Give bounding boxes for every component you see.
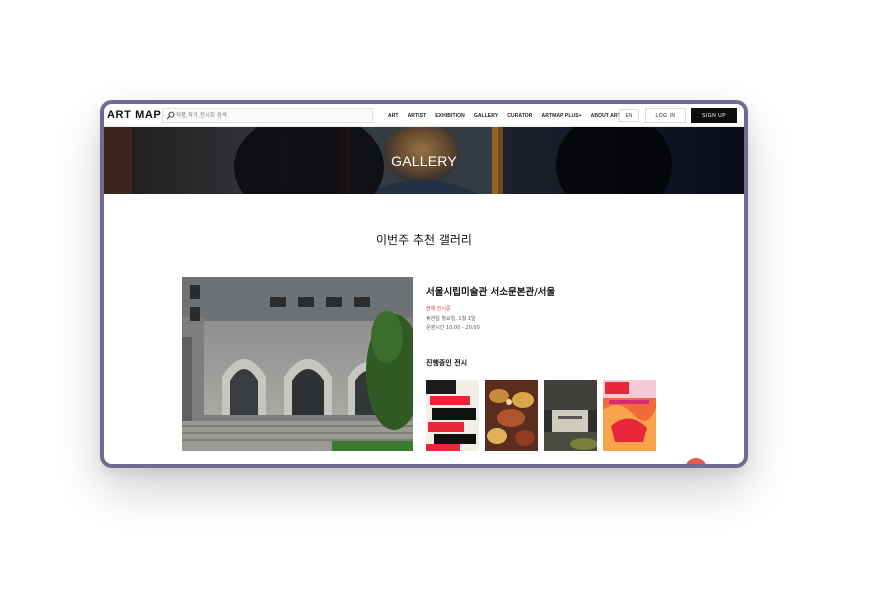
menu-item-curator[interactable]: CURATOR [507, 113, 532, 119]
section-title: 이번주 추천 갤러리 [376, 233, 472, 247]
search-input[interactable] [176, 109, 370, 122]
gallery-status: 현재 전시중 [426, 306, 451, 312]
menu-item-exhibition[interactable]: EXHIBITION [435, 113, 465, 119]
gallery-closed-days: 휴관일 월요일, 1월 1일 [426, 316, 476, 322]
signup-button[interactable]: SIGN UP [691, 108, 737, 123]
gallery-photo[interactable] [182, 277, 413, 451]
floating-action-button[interactable] [685, 458, 707, 464]
search-icon [166, 111, 175, 120]
exhibition-thumbnail-2[interactable] [485, 380, 538, 451]
exhibition-thumbnail-3[interactable] [544, 380, 597, 451]
hero-banner: GALLERY [104, 127, 744, 194]
menu-item-gallery[interactable]: GALLERY [474, 113, 498, 119]
top-navigation: ART MAP ART ARTIST EXHIBITION GALLERY CU… [104, 104, 744, 127]
exhibition-thumbnail-1[interactable] [426, 380, 479, 451]
device-frame: ART MAP ART ARTIST EXHIBITION GALLERY CU… [100, 100, 748, 468]
menu-item-artist[interactable]: ARTIST [408, 113, 427, 119]
artmap-logo[interactable]: ART MAP [107, 109, 161, 121]
main-menu: ART ARTIST EXHIBITION GALLERY CURATOR AR… [388, 104, 632, 127]
language-button[interactable]: EN [619, 109, 639, 122]
ongoing-exhibitions-title: 진행중인 전시 [426, 359, 468, 367]
hero-title: GALLERY [391, 153, 457, 169]
gallery-name[interactable]: 서울시립미술관 서소문본관/서울 [426, 284, 555, 298]
menu-item-art[interactable]: ART [388, 113, 399, 119]
gallery-opening-hours: 운영시간 10:00 - 20:00 [426, 325, 480, 331]
search-bar[interactable] [162, 108, 373, 123]
browser-screen: ART MAP ART ARTIST EXHIBITION GALLERY CU… [104, 104, 744, 464]
exhibition-thumbnail-4[interactable] [603, 380, 656, 451]
login-button[interactable]: LOG IN [645, 108, 686, 123]
menu-item-artmap-plus[interactable]: ARTMAP PLUS+ [542, 113, 582, 119]
